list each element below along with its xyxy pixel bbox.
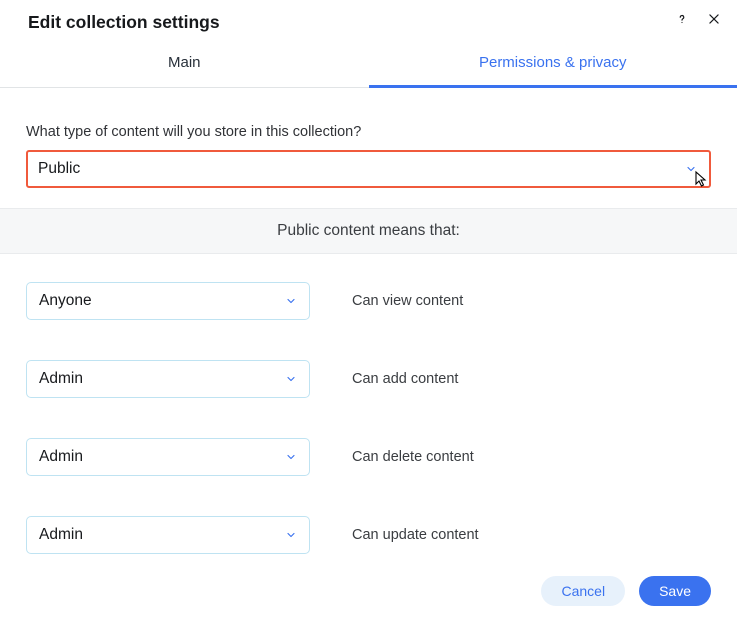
close-icon[interactable] bbox=[705, 10, 723, 28]
select-value: Admin bbox=[39, 370, 83, 388]
delete-role-select[interactable]: Admin bbox=[26, 438, 310, 476]
dialog-edit-collection-settings: Edit collection settings Main Permission… bbox=[0, 0, 737, 620]
permission-row-view: Anyone Can view content bbox=[26, 282, 711, 320]
permission-desc: Can update content bbox=[352, 527, 479, 543]
chevron-down-icon bbox=[285, 451, 297, 463]
content-type-select-value: Public bbox=[38, 160, 80, 178]
tab-main[interactable]: Main bbox=[0, 44, 369, 87]
permission-desc: Can delete content bbox=[352, 449, 474, 465]
permission-desc: Can view content bbox=[352, 293, 463, 309]
content-type-question-label: What type of content will you store in t… bbox=[26, 124, 711, 140]
help-icon[interactable] bbox=[673, 10, 691, 28]
chevron-down-icon bbox=[285, 295, 297, 307]
view-role-select[interactable]: Anyone bbox=[26, 282, 310, 320]
dialog-header: Edit collection settings bbox=[0, 0, 737, 38]
save-button[interactable]: Save bbox=[639, 576, 711, 606]
permission-row-delete: Admin Can delete content bbox=[26, 438, 711, 476]
select-value: Anyone bbox=[39, 292, 92, 310]
permission-desc: Can add content bbox=[352, 371, 458, 387]
dialog-title: Edit collection settings bbox=[28, 12, 709, 33]
content-type-select[interactable]: Public bbox=[26, 150, 711, 188]
cancel-button[interactable]: Cancel bbox=[541, 576, 625, 606]
permission-rows: Anyone Can view content Admin Can add co… bbox=[26, 282, 711, 554]
permission-row-update: Admin Can update content bbox=[26, 516, 711, 554]
chevron-down-icon bbox=[285, 529, 297, 541]
header-actions bbox=[673, 10, 723, 28]
dialog-body: What type of content will you store in t… bbox=[0, 88, 737, 554]
update-role-select[interactable]: Admin bbox=[26, 516, 310, 554]
tabs: Main Permissions & privacy bbox=[0, 44, 737, 88]
add-role-select[interactable]: Admin bbox=[26, 360, 310, 398]
select-value: Admin bbox=[39, 526, 83, 544]
dialog-footer: Cancel Save bbox=[541, 576, 711, 606]
chevron-down-icon bbox=[685, 163, 697, 175]
permission-row-add: Admin Can add content bbox=[26, 360, 711, 398]
chevron-down-icon bbox=[285, 373, 297, 385]
tab-permissions-privacy[interactable]: Permissions & privacy bbox=[369, 44, 737, 88]
select-value: Admin bbox=[39, 448, 83, 466]
info-band: Public content means that: bbox=[0, 208, 737, 254]
